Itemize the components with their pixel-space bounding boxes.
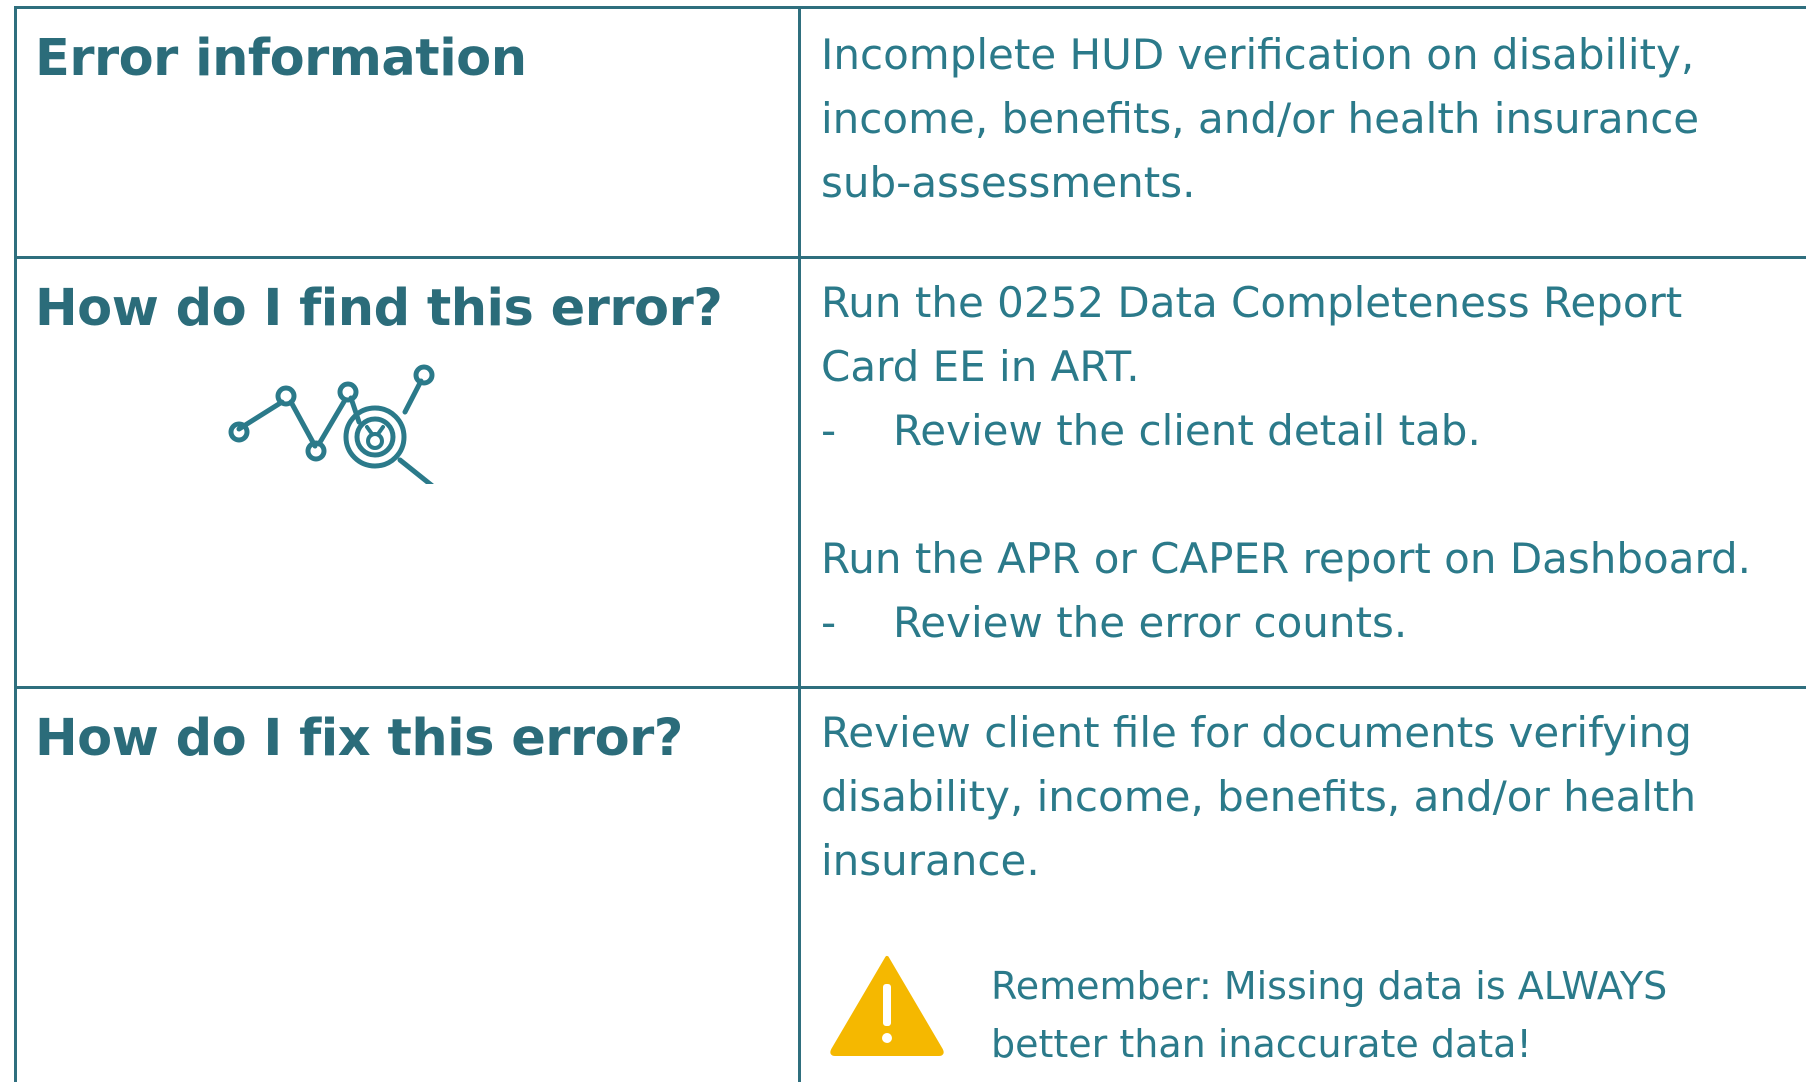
error-description: Incomplete HUD verification on disabilit…	[821, 23, 1699, 215]
row-label-cell: Error information	[17, 9, 801, 256]
heading-fix-error: How do I fix this error?	[35, 709, 683, 768]
bullet-text: Review the client detail tab.	[893, 406, 1481, 455]
bullet-item: - Review the client detail tab.	[821, 399, 1751, 463]
text-line: Run the 0252 Data Completeness Report	[821, 278, 1683, 327]
text-line: insurance.	[821, 836, 1040, 885]
row-content-cell: Run the 0252 Data Completeness Report Ca…	[801, 259, 1806, 686]
text-line: income, benefits, and/or health insuranc…	[821, 94, 1700, 143]
text-line: sub-assessments.	[821, 158, 1196, 207]
fix-instructions: Review client file for documents verifyi…	[821, 701, 1696, 893]
bullet-item: - Review the error counts.	[821, 591, 1751, 655]
table-row-error-information: Error information Incomplete HUD verific…	[17, 9, 1806, 259]
table-row-fix-error: How do I fix this error? Review client f…	[17, 689, 1806, 1082]
text-line: Card EE in ART.	[821, 342, 1140, 391]
row-label-cell: How do I fix this error?	[17, 689, 801, 1082]
chart-magnifier-icon	[228, 364, 435, 484]
table-row-find-error: How do I find this error? Run the 0252 D…	[17, 259, 1806, 689]
error-info-table: Error information Incomplete HUD verific…	[14, 6, 1806, 1082]
text-line: Incomplete HUD verification on disabilit…	[821, 30, 1695, 79]
text-line: Run the APR or CAPER report on Dashboard…	[821, 534, 1752, 583]
row-content-cell: Review client file for documents verifyi…	[801, 689, 1806, 1082]
warning-icon	[830, 956, 944, 1056]
row-label-cell: How do I find this error?	[17, 259, 801, 686]
bullet-dash: -	[821, 598, 837, 647]
bullet-text: Review the error counts.	[893, 598, 1408, 647]
text-line: disability, income, benefits, and/or hea…	[821, 772, 1697, 821]
note-line: better than inaccurate data!	[991, 1022, 1532, 1066]
bullet-dash: -	[821, 406, 837, 455]
find-instructions: Run the 0252 Data Completeness Report Ca…	[821, 271, 1751, 655]
remember-note: Remember: Missing data is ALWAYS better …	[991, 957, 1667, 1073]
row-content-cell: Incomplete HUD verification on disabilit…	[801, 9, 1806, 256]
note-line: Remember: Missing data is ALWAYS	[991, 964, 1668, 1008]
heading-error-information: Error information	[35, 29, 527, 88]
text-line: Review client file for documents verifyi…	[821, 708, 1692, 757]
